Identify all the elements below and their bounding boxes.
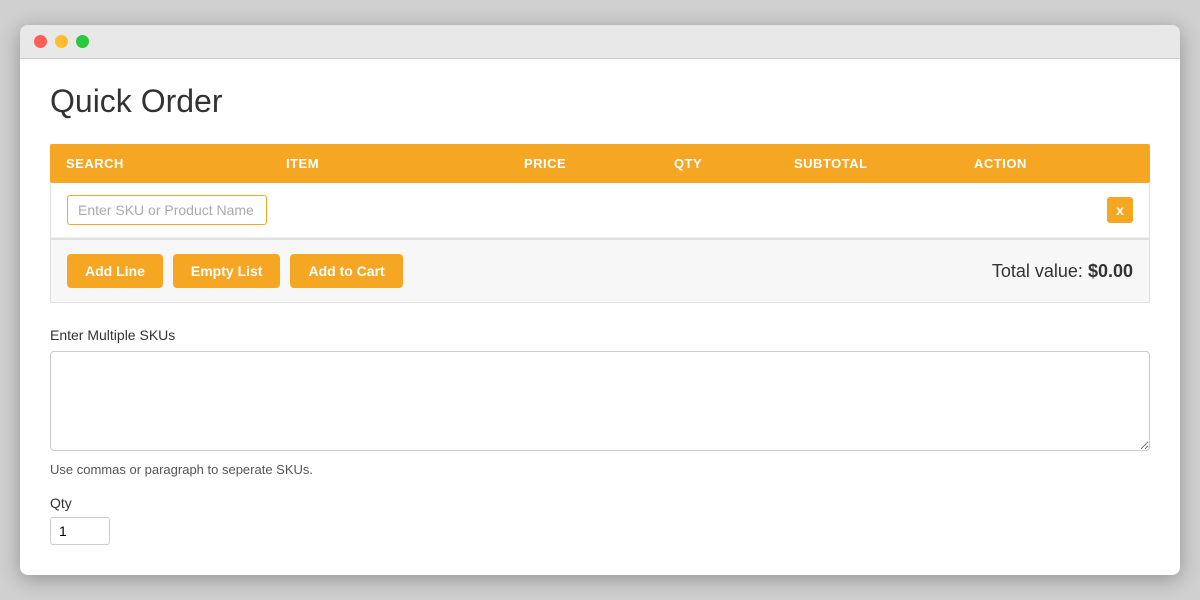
add-to-cart-button[interactable]: Add to Cart: [290, 254, 402, 288]
qty-label: Qty: [50, 495, 1150, 511]
add-line-button[interactable]: Add Line: [67, 254, 163, 288]
sku-hint: Use commas or paragraph to seperate SKUs…: [50, 462, 1150, 477]
total-label: Total value:: [992, 261, 1083, 281]
page-content: Quick Order SEARCH ITEM PRICE QTY SUBTOT…: [20, 59, 1180, 575]
footer-buttons: Add Line Empty List Add to Cart: [67, 254, 403, 288]
col-header-item: ITEM: [286, 156, 524, 171]
empty-list-button[interactable]: Empty List: [173, 254, 281, 288]
table-row: x: [51, 183, 1149, 238]
qty-input[interactable]: [50, 517, 110, 545]
col-header-subtotal: SUBTOTAL: [794, 156, 974, 171]
col-header-qty: QTY: [674, 156, 794, 171]
page-title: Quick Order: [50, 83, 1150, 120]
title-bar: [20, 25, 1180, 59]
total-amount: $0.00: [1088, 261, 1133, 281]
app-window: Quick Order SEARCH ITEM PRICE QTY SUBTOT…: [20, 25, 1180, 575]
total-value-display: Total value: $0.00: [992, 261, 1133, 282]
search-cell: [67, 195, 287, 225]
action-cell: x: [973, 197, 1133, 223]
col-header-action: ACTION: [974, 156, 1134, 171]
qty-section: Qty: [50, 495, 1150, 545]
multi-sku-label: Enter Multiple SKUs: [50, 327, 1150, 343]
multi-sku-section: Enter Multiple SKUs Use commas or paragr…: [50, 327, 1150, 477]
minimize-button[interactable]: [55, 35, 68, 48]
delete-row-button[interactable]: x: [1107, 197, 1133, 223]
search-input[interactable]: [67, 195, 267, 225]
table-body: x: [50, 183, 1150, 239]
table-footer: Add Line Empty List Add to Cart Total va…: [50, 239, 1150, 303]
sku-textarea[interactable]: [50, 351, 1150, 451]
close-button[interactable]: [34, 35, 47, 48]
maximize-button[interactable]: [76, 35, 89, 48]
table-header: SEARCH ITEM PRICE QTY SUBTOTAL ACTION: [50, 144, 1150, 183]
col-header-price: PRICE: [524, 156, 674, 171]
col-header-search: SEARCH: [66, 156, 286, 171]
